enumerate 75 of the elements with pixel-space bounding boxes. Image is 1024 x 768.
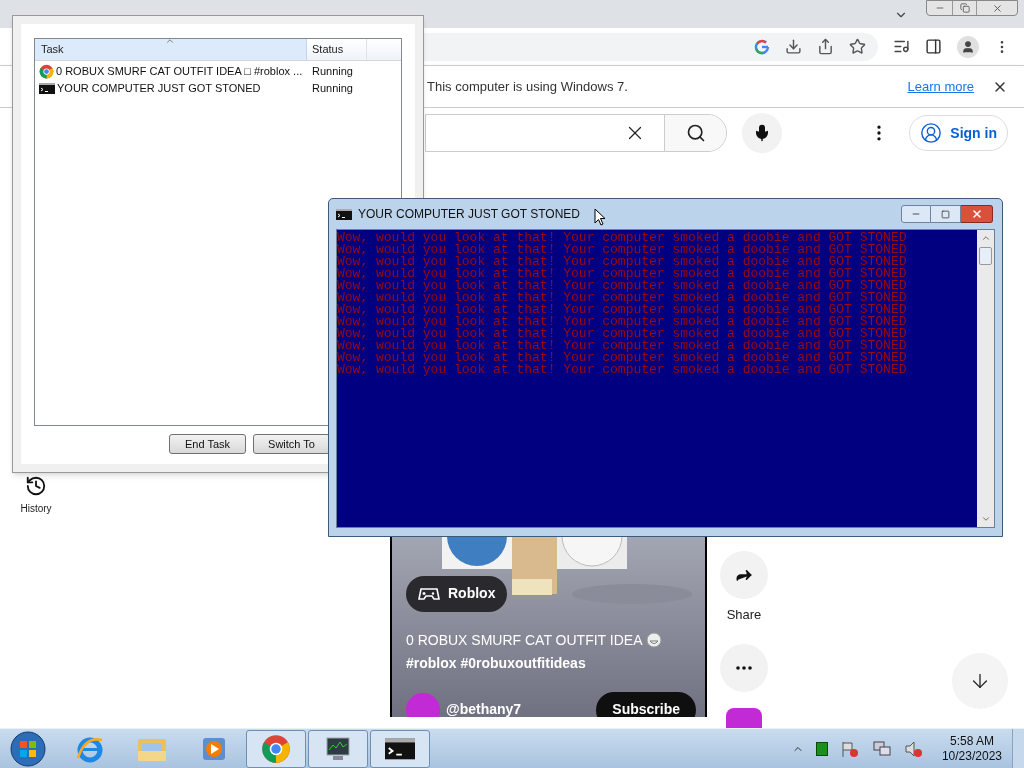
task-button[interactable]: End Task [169, 434, 246, 454]
sidebar-item[interactable]: History [20, 474, 52, 516]
video-hashtags: #roblox #0robuxoutfitideas [406, 653, 587, 673]
console-line: Wow, would you look at that! Your computer smoked a doobie and GOT STONED [337, 244, 908, 256]
voice-search-button[interactable] [742, 113, 782, 154]
side-panel-icon[interactable] [925, 38, 942, 56]
console-line: Wow, would you look at that! Your computer smoked a doobie and GOT STONED [337, 280, 908, 292]
console-line: Wow, would you look at that! Your computer smoked a doobie and GOT STONED [337, 352, 908, 364]
task-status: Running [311, 81, 353, 97]
share-button[interactable] [720, 550, 768, 599]
column-header[interactable]: Status [307, 39, 367, 60]
start-button[interactable] [8, 729, 48, 768]
console-line: Wow, would you look at that! Your computer smoked a doobie and GOT STONED [337, 256, 908, 268]
close-icon [970, 208, 983, 220]
console-icon [385, 737, 415, 760]
console-line: Wow, would you look at that! Your computer smoked a doobie and GOT STONED [337, 328, 908, 340]
infobar-message: This computer is using Windows 7. [427, 77, 628, 96]
search-button[interactable] [664, 115, 726, 152]
profile-avatar[interactable] [957, 35, 979, 58]
share-icon[interactable] [817, 38, 834, 56]
chrome-icon [39, 64, 54, 79]
console-line: Wow, would you look at that! Your computer smoked a doobie and GOT STONED [337, 364, 908, 376]
monitor-icon [323, 734, 353, 763]
task-row[interactable]: 0 ROBUX SMURF CAT OUTFIT IDEA □ #roblox ... Running [35, 63, 401, 80]
maximize-icon [941, 209, 950, 219]
flag-icon[interactable] [839, 739, 860, 758]
taskbar-app[interactable] [370, 729, 430, 768]
emoji-icon [646, 632, 663, 648]
task-name: 0 ROBUX SMURF CAT OUTFIT IDEA □ #roblox ... [56, 64, 303, 80]
column-header[interactable]: Task [35, 39, 307, 60]
channel-name[interactable]: @bethany7 [446, 699, 522, 717]
bookmark-star-icon[interactable] [849, 38, 866, 56]
cursor-icon [594, 208, 607, 226]
console-line: Wow, would you look at that! Your computer smoked a doobie and GOT STONED [337, 316, 908, 328]
network-icon[interactable] [871, 739, 892, 758]
history-icon [25, 474, 47, 497]
console-line: Wow, would you look at that! Your computer smoked a doobie and GOT STONED [337, 268, 908, 280]
console-line: Wow, would you look at that! Your computer smoked a doobie and GOT STONED [337, 232, 908, 244]
clock-date[interactable]: 10/23/2023 [941, 748, 1002, 764]
chrome-icon [261, 733, 291, 764]
tray-app-icon[interactable] [815, 741, 828, 756]
maximize-button[interactable] [931, 205, 961, 223]
learn-more-link[interactable]: Learn more [907, 76, 974, 97]
volume-muted-icon[interactable] [903, 739, 924, 758]
taskbar-app[interactable] [308, 729, 368, 768]
scroll-up-icon[interactable] [980, 233, 991, 243]
search-icon [685, 123, 706, 144]
sort-icon [165, 36, 175, 46]
close-button[interactable] [961, 205, 993, 223]
scroll-thumb[interactable] [979, 247, 992, 265]
clock-time[interactable]: 5:58 AM [949, 733, 994, 749]
restore-icon [959, 3, 970, 13]
task-row[interactable]: YOUR COMPUTER JUST GOT STONED Running [35, 80, 401, 97]
minimize-button[interactable] [901, 205, 931, 223]
video-title: 0 ROBUX SMURF CAT OUTFIT IDEA [406, 630, 643, 650]
console-line: Wow, would you look at that! Your computer smoked a doobie and GOT STONED [337, 292, 908, 304]
task-status: Running [311, 64, 353, 80]
install-icon[interactable] [785, 38, 802, 56]
window-title: YOUR COMPUTER JUST GOT STONED [358, 206, 581, 223]
more-icon [736, 666, 752, 670]
console-line: Wow, would you look at that! Your computer smoked a doobie and GOT STONED [337, 304, 908, 316]
close-icon [991, 2, 1003, 14]
console-line: Wow, would you look at that! Your computer smoked a doobie and GOT STONED [337, 340, 908, 352]
google-icon[interactable] [754, 38, 770, 55]
scroll-down-icon[interactable] [980, 514, 991, 524]
task-name: YOUR COMPUTER JUST GOT STONED [57, 81, 261, 97]
channel-avatar[interactable] [726, 708, 762, 728]
console-icon [39, 83, 55, 94]
account-icon [920, 122, 943, 145]
microphone-icon [753, 124, 771, 143]
share-label: Share [726, 605, 762, 624]
console-icon [336, 208, 352, 220]
search-field[interactable] [425, 114, 727, 153]
task-button[interactable]: Switch To [253, 434, 330, 454]
scrollbar[interactable] [977, 230, 994, 527]
